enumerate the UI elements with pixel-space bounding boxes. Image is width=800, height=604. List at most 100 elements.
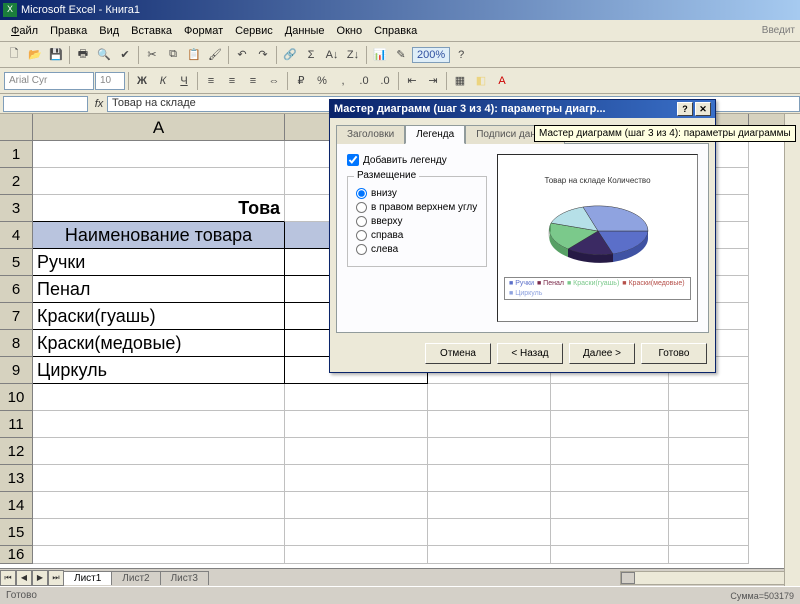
fill-color-button[interactable]: ◧ — [471, 71, 491, 91]
select-all-corner[interactable] — [0, 114, 33, 140]
cell[interactable] — [669, 546, 749, 564]
open-button[interactable]: 📂 — [25, 45, 45, 65]
row-header[interactable]: 6 — [0, 276, 33, 303]
cell[interactable] — [669, 465, 749, 492]
placement-left[interactable]: слева — [356, 244, 478, 255]
cell[interactable] — [33, 438, 285, 465]
cell[interactable] — [551, 465, 669, 492]
menu-service[interactable]: Сервис — [235, 25, 273, 37]
redo-button[interactable]: ↷ — [253, 45, 273, 65]
align-center-button[interactable]: ≡ — [222, 71, 242, 91]
placement-topright[interactable]: в правом верхнем углу — [356, 202, 478, 213]
cell[interactable] — [669, 411, 749, 438]
cell[interactable]: Пенал — [33, 276, 285, 303]
cell[interactable]: Циркуль — [33, 357, 285, 384]
cut-button[interactable]: ✂ — [142, 45, 162, 65]
increase-decimal-button[interactable]: .0 — [354, 71, 374, 91]
sheet-nav-next[interactable]: ▶ — [32, 570, 48, 586]
tab-titles[interactable]: Заголовки — [336, 125, 405, 144]
save-button[interactable]: 💾 — [46, 45, 66, 65]
next-button[interactable]: Далее > — [569, 343, 635, 364]
sheet-nav-last[interactable]: ⏭ — [48, 570, 64, 586]
col-header-a[interactable]: A — [33, 114, 285, 140]
increase-indent-button[interactable]: ⇥ — [423, 71, 443, 91]
menu-view[interactable]: Вид — [99, 25, 119, 37]
row-header[interactable]: 10 — [0, 384, 33, 411]
bold-button[interactable]: Ж — [132, 71, 152, 91]
cell[interactable]: Краски(медовые) — [33, 330, 285, 357]
cell[interactable]: Краски(гуашь) — [33, 303, 285, 330]
decrease-indent-button[interactable]: ⇤ — [402, 71, 422, 91]
row-header[interactable]: 3 — [0, 195, 33, 222]
font-name-select[interactable]: Arial Cyr — [4, 72, 94, 90]
align-left-button[interactable]: ≡ — [201, 71, 221, 91]
cell[interactable] — [33, 546, 285, 564]
row-header[interactable]: 4 — [0, 222, 33, 249]
percent-button[interactable]: % — [312, 71, 332, 91]
sort-asc-button[interactable]: A↓ — [322, 45, 342, 65]
placement-bottom[interactable]: внизу — [356, 188, 478, 199]
cell[interactable]: Ручки — [33, 249, 285, 276]
cell[interactable] — [33, 168, 285, 195]
menu-data[interactable]: Данные — [285, 25, 325, 37]
menu-file[interactable]: ФФайлайл — [11, 25, 38, 37]
cell[interactable] — [33, 384, 285, 411]
borders-button[interactable]: ▦ — [450, 71, 470, 91]
vertical-scrollbar[interactable] — [784, 114, 800, 586]
format-painter-button[interactable]: 🖌 — [205, 45, 225, 65]
underline-button[interactable]: Ч — [174, 71, 194, 91]
cell[interactable] — [551, 384, 669, 411]
help-button[interactable]: ? — [451, 45, 471, 65]
sheet-tab-2[interactable]: Лист2 — [111, 571, 160, 585]
menu-insert[interactable]: Вставка — [131, 25, 172, 37]
cell[interactable] — [428, 438, 551, 465]
cell[interactable] — [669, 438, 749, 465]
drawing-button[interactable]: ✎ — [391, 45, 411, 65]
comma-button[interactable]: , — [333, 71, 353, 91]
cell[interactable] — [551, 546, 669, 564]
dialog-help-button[interactable]: ? — [677, 102, 693, 116]
menu-edit[interactable]: Правка — [50, 25, 87, 37]
finish-button[interactable]: Готово — [641, 343, 707, 364]
row-header[interactable]: 8 — [0, 330, 33, 357]
preview-button[interactable]: 🔍 — [94, 45, 114, 65]
align-right-button[interactable]: ≡ — [243, 71, 263, 91]
row-header[interactable]: 16 — [0, 546, 33, 564]
placement-top[interactable]: вверху — [356, 216, 478, 227]
cell[interactable] — [551, 519, 669, 546]
paste-button[interactable]: 📋 — [184, 45, 204, 65]
spellcheck-button[interactable]: ✔ — [115, 45, 135, 65]
cell[interactable] — [285, 411, 428, 438]
cell[interactable] — [428, 384, 551, 411]
zoom-select[interactable]: 200% — [412, 47, 450, 63]
cell[interactable] — [285, 492, 428, 519]
add-legend-checkbox[interactable]: Добавить легенду — [347, 154, 487, 166]
sheet-nav-first[interactable]: ⏮ — [0, 570, 16, 586]
horizontal-scrollbar[interactable] — [620, 571, 800, 585]
cell-table-title[interactable]: Това — [33, 195, 285, 222]
cell[interactable] — [551, 438, 669, 465]
font-color-button[interactable]: A — [492, 71, 512, 91]
add-legend-input[interactable] — [347, 154, 359, 166]
cancel-button[interactable]: Отмена — [425, 343, 491, 364]
cell[interactable] — [33, 519, 285, 546]
back-button[interactable]: < Назад — [497, 343, 563, 364]
sort-desc-button[interactable]: Z↓ — [343, 45, 363, 65]
sheet-tab-3[interactable]: Лист3 — [160, 571, 209, 585]
chart-wizard-button[interactable]: 📊 — [370, 45, 390, 65]
row-header[interactable]: 11 — [0, 411, 33, 438]
decrease-decimal-button[interactable]: .0 — [375, 71, 395, 91]
cell[interactable] — [428, 546, 551, 564]
row-header[interactable]: 13 — [0, 465, 33, 492]
cell[interactable] — [428, 411, 551, 438]
dialog-close-button[interactable]: ✕ — [695, 102, 711, 116]
cell[interactable] — [285, 465, 428, 492]
sheet-nav-prev[interactable]: ◀ — [16, 570, 32, 586]
new-button[interactable]: 🗋 — [4, 45, 24, 65]
row-header[interactable]: 15 — [0, 519, 33, 546]
dialog-titlebar[interactable]: Мастер диаграмм (шаг 3 из 4): параметры … — [330, 100, 715, 118]
cell[interactable] — [33, 465, 285, 492]
row-header[interactable]: 2 — [0, 168, 33, 195]
cell[interactable] — [669, 492, 749, 519]
menu-window[interactable]: Окно — [337, 25, 363, 37]
